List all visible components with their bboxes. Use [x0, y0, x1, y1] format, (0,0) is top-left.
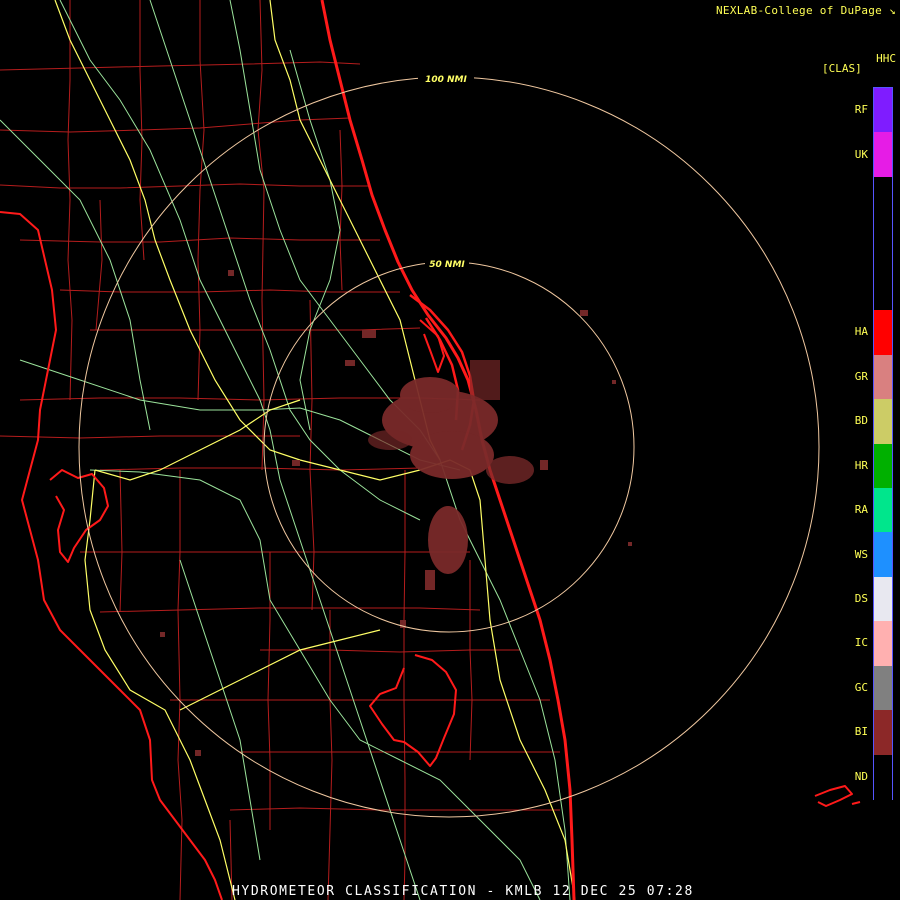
- legend-label: HA: [854, 325, 868, 339]
- color-legend: [873, 87, 893, 800]
- legend-label: WS: [854, 547, 868, 561]
- radar-echoes: [160, 270, 632, 756]
- legend-swatch: [874, 88, 892, 133]
- legend-swatch: [874, 532, 892, 578]
- legend-swatch: [874, 487, 892, 533]
- legend-swatch: [874, 354, 892, 400]
- footer-caption: HYDROMETEOR CLASSIFICATION - KMLB 12 DEC…: [232, 884, 694, 899]
- legend-label: RF: [854, 103, 868, 117]
- legend-units: [CLAS]: [822, 62, 862, 75]
- legend-label: IC: [854, 636, 868, 650]
- legend-swatch: [874, 443, 892, 489]
- legend-swatch: [874, 621, 892, 667]
- legend-label: HR: [854, 458, 868, 472]
- legend-swatch: [874, 754, 892, 800]
- legend-label: ND: [854, 769, 868, 783]
- ring-label-100nmi: 100 NMI: [425, 75, 467, 85]
- legend-swatch: [874, 576, 892, 622]
- credit-label: NEXLAB-College of DuPage ↘: [716, 4, 896, 17]
- corner-arrow-icon: ↘: [889, 4, 896, 17]
- product-code: HHC: [876, 52, 896, 65]
- legend-swatch: [874, 665, 892, 711]
- legend-label: BD: [854, 414, 868, 428]
- legend-swatch: [874, 176, 892, 222]
- legend-swatch: [874, 221, 892, 267]
- legend-swatch: [874, 265, 892, 311]
- legend-label: BI: [854, 725, 868, 739]
- ring-label-50nmi: 50 NMI: [429, 260, 465, 270]
- legend-swatch: [874, 132, 892, 178]
- legend-swatch: [874, 310, 892, 356]
- legend-swatch: [874, 399, 892, 444]
- legend-label: UK: [854, 147, 868, 161]
- legend-label: DS: [854, 592, 868, 606]
- legend-label: GR: [854, 369, 868, 383]
- credit-text: NEXLAB-College of DuPage: [715, 4, 883, 17]
- radar-map: 100 NMI 50 NMI: [0, 0, 861, 900]
- radar-map-view: 100 NMI 50 NMI NEXLAB-College of DuPage …: [0, 0, 900, 900]
- legend-label: RA: [854, 503, 868, 517]
- legend-swatch: [874, 710, 892, 756]
- legend-label: GC: [854, 680, 868, 694]
